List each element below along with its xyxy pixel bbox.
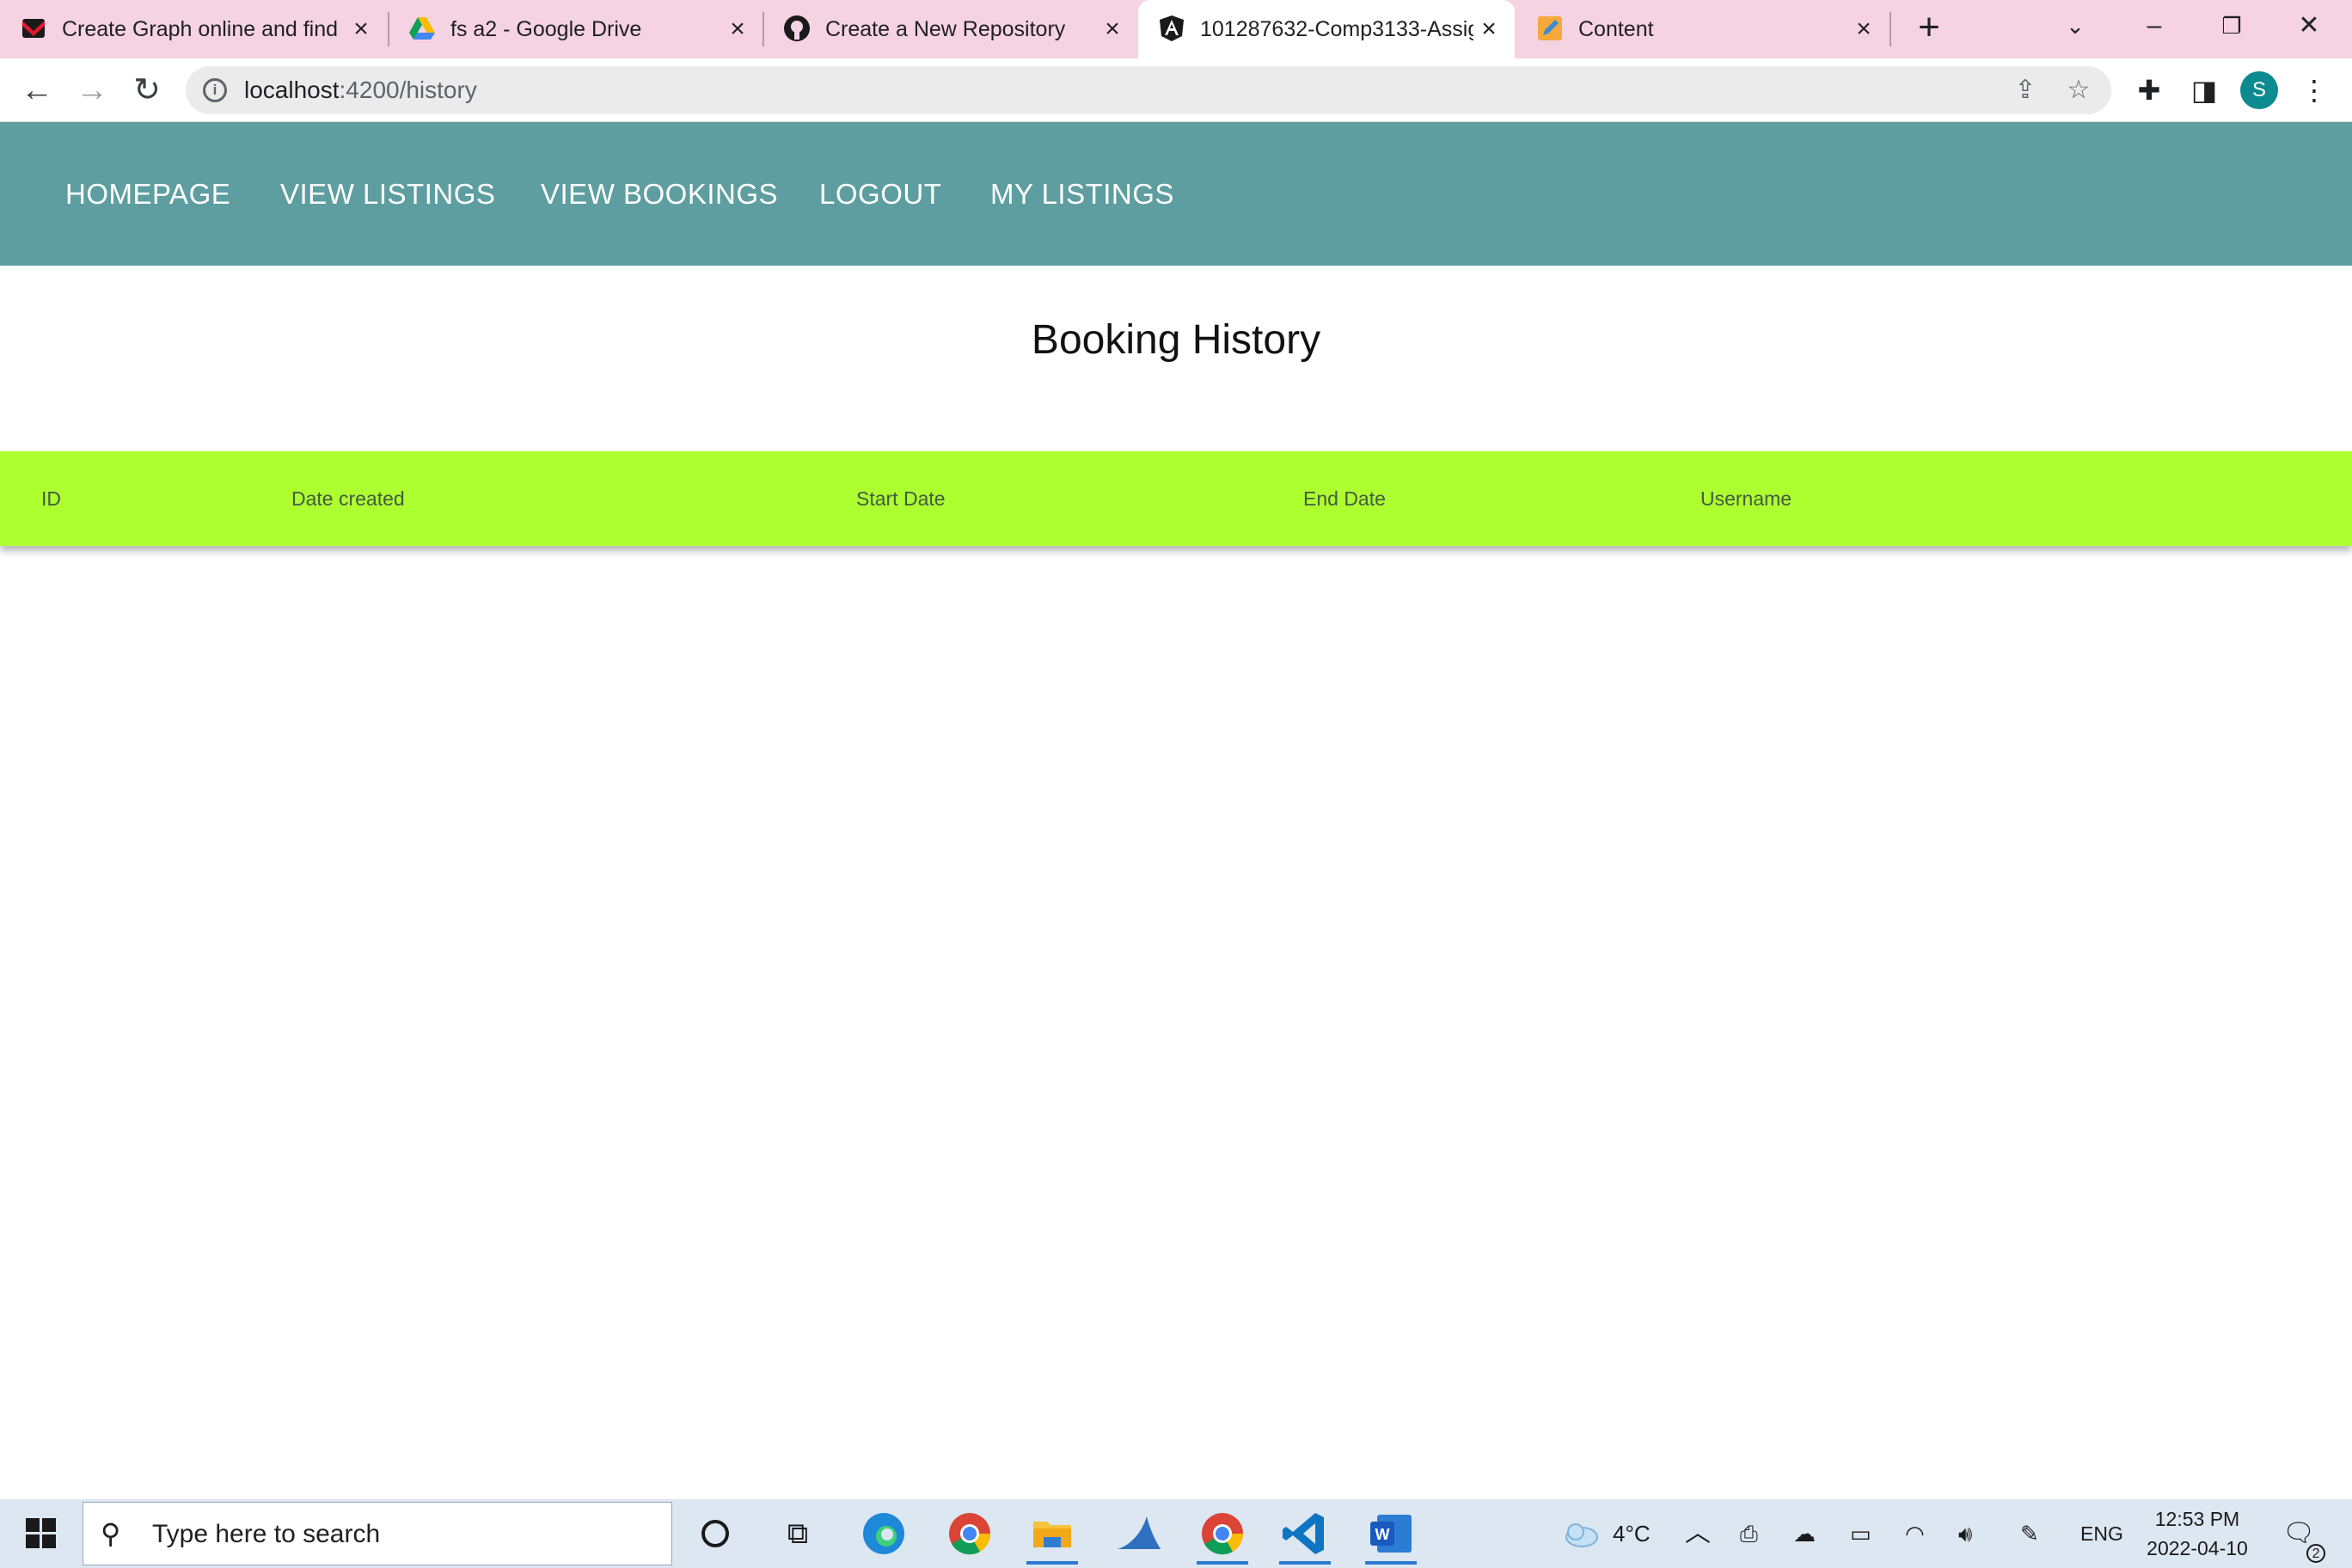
angular-icon [1160, 15, 1184, 41]
close-tab-icon[interactable]: × [1477, 16, 1501, 42]
app-navbar: HOMEPAGE VIEW LISTINGS VIEW BOOKINGS LOG… [0, 122, 2352, 266]
windows-taskbar: ⚲ Type here to search ⧉ W 4°C ︿ ⎙ ☁ ▭ ◠ … [0, 1499, 2352, 1568]
task-view-icon[interactable]: ⧉ [772, 1508, 824, 1559]
browser-tab-graph[interactable]: Create Graph online and find × [0, 0, 383, 58]
column-header-id: ID [41, 487, 61, 510]
file-explorer-icon[interactable] [1026, 1508, 1078, 1565]
browser-tab-strip: Create Graph online and find × fs a2 - G… [0, 0, 2352, 58]
tab-title: fs a2 - Google Drive [450, 17, 642, 41]
vscode-icon[interactable] [1279, 1508, 1331, 1565]
edge-browser-icon[interactable] [858, 1508, 910, 1559]
restore-window-icon[interactable]: ❐ [2206, 0, 2257, 52]
site-info-icon[interactable]: i [203, 78, 227, 102]
clock-date: 2022-04-10 [2147, 1537, 2248, 1559]
tab-title: Create Graph online and find [62, 17, 339, 41]
back-arrow-icon[interactable]: ← [15, 69, 58, 112]
notification-count-badge: 2 [2306, 1544, 2326, 1563]
url-host: localhost [244, 77, 340, 103]
tab-title: Create a New Repository [825, 17, 1066, 41]
extensions-puzzle-icon[interactable]: ✚ [2132, 73, 2166, 107]
hidden-icons-chevron-icon[interactable]: ︿ [1685, 1499, 1711, 1568]
column-header-end-date: End Date [1303, 487, 1386, 510]
search-placeholder: Type here to search [152, 1520, 381, 1548]
taskbar-clock[interactable]: 12:53 PM 2022-04-10 [2128, 1504, 2266, 1563]
battery-icon[interactable]: ▭ [1850, 1499, 1871, 1568]
clock-time: 12:53 PM [2154, 1508, 2240, 1530]
reload-icon[interactable]: ↻ [126, 69, 168, 112]
browser-tab-angular-active[interactable]: 101287632-Comp3133-Assig × [1138, 0, 1515, 58]
browser-tab-content[interactable]: Content × [1516, 0, 1891, 58]
tab-title: Content [1578, 17, 1654, 41]
meet-now-icon[interactable]: ⎙ [1740, 1499, 1758, 1568]
close-tab-icon[interactable]: × [726, 16, 750, 42]
weather-cloud-icon[interactable] [1554, 1508, 1606, 1559]
content-editor-icon [1538, 16, 1562, 40]
tab-title: 101287632-Comp3133-Assig [1200, 17, 1473, 41]
browser-tab-google-drive[interactable]: fs a2 - Google Drive × [389, 0, 763, 58]
profile-avatar[interactable]: S [2240, 71, 2278, 109]
pen-ink-icon[interactable]: ✎ [2020, 1499, 2039, 1568]
column-header-start-date: Start Date [856, 487, 946, 510]
nav-link-view-listings[interactable]: VIEW LISTINGS [280, 122, 495, 266]
google-drive-icon [409, 17, 435, 40]
url-text[interactable]: localhost:4200/history [244, 66, 477, 114]
tab-divider [1890, 12, 1891, 46]
github-icon [784, 15, 810, 41]
chrome-active-icon[interactable] [1197, 1508, 1248, 1565]
browser-menu-icon[interactable]: ⋮ [2297, 73, 2331, 107]
nav-link-view-bookings[interactable]: VIEW BOOKINGS [541, 122, 778, 266]
share-icon[interactable]: ⇪ [2010, 75, 2041, 106]
close-tab-icon[interactable]: × [1100, 16, 1124, 42]
column-header-username: Username [1700, 487, 1792, 510]
page-title: Booking History [1031, 317, 1321, 363]
nav-link-my-listings[interactable]: MY LISTINGS [990, 122, 1174, 266]
cortana-icon[interactable] [689, 1508, 741, 1559]
word-icon[interactable]: W [1365, 1508, 1417, 1565]
close-tab-icon[interactable]: × [1852, 16, 1876, 42]
search-icon: ⚲ [101, 1518, 121, 1549]
graph-site-icon [22, 19, 45, 38]
nav-link-homepage[interactable]: HOMEPAGE [65, 122, 230, 266]
wireshark-icon[interactable] [1112, 1508, 1164, 1559]
url-path: :4200/history [339, 77, 477, 103]
bookmark-star-icon[interactable]: ☆ [2063, 75, 2094, 106]
svg-text:W: W [1375, 1526, 1390, 1543]
nav-link-logout[interactable]: LOGOUT [819, 122, 941, 266]
new-tab-plus-icon[interactable]: + [1912, 9, 1946, 46]
close-window-icon[interactable]: ✕ [2283, 0, 2335, 52]
column-header-date-created: Date created [291, 487, 405, 510]
taskbar-search-box[interactable]: ⚲ Type here to search [83, 1502, 672, 1565]
onedrive-cloud-icon[interactable]: ☁ [1793, 1499, 1816, 1568]
address-bar[interactable]: i localhost:4200/history ⇪ ☆ [186, 66, 2111, 114]
booking-table-header: ID Date created Start Date End Date User… [0, 451, 2352, 546]
browser-tab-github[interactable]: Create a New Repository × [763, 0, 1138, 58]
language-indicator[interactable]: ENG [2080, 1499, 2123, 1568]
forward-arrow-icon[interactable]: → [70, 69, 113, 112]
tab-search-chevron-icon[interactable]: ⌄ [2049, 0, 2101, 52]
side-panel-icon[interactable]: ◨ [2187, 73, 2221, 107]
minimize-icon[interactable]: – [2128, 0, 2180, 52]
browser-toolbar: ← → ↻ i localhost:4200/history ⇪ ☆ ✚ ◨ S… [0, 58, 2352, 122]
chrome-icon[interactable] [944, 1508, 995, 1559]
windows-start-icon[interactable] [26, 1518, 57, 1549]
wifi-icon[interactable]: ◠ [1905, 1499, 1925, 1568]
close-tab-icon[interactable]: × [349, 16, 373, 42]
volume-icon[interactable]: 🔊︎ [1958, 1499, 1972, 1568]
weather-temperature[interactable]: 4°C [1613, 1499, 1651, 1568]
notifications-icon[interactable]: 🗨︎ 2 [2273, 1508, 2326, 1563]
